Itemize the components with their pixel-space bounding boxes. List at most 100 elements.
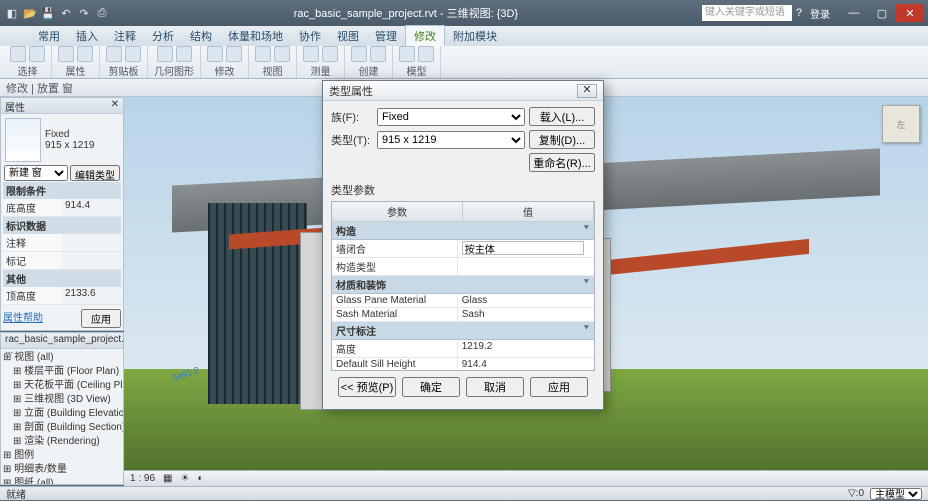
type-size: 915 x 1219 [45,140,95,151]
ribbon-icon[interactable] [322,46,338,62]
ribbon-icon[interactable] [176,46,192,62]
undo-icon[interactable]: ↶ [58,5,74,21]
param-section[interactable]: 材质和装饰⯆ [332,276,594,294]
visual-style-icon[interactable]: ▦ [163,473,172,484]
tree-item[interactable]: ⊞ 视图 (all) [3,351,121,365]
preview-button[interactable]: << 预览(P) [338,377,396,397]
redo-icon[interactable]: ↷ [76,5,92,21]
family-select[interactable]: Fixed [377,108,525,126]
tab-管理[interactable]: 管理 [367,26,405,46]
param-row[interactable]: 墙闭合 [332,240,594,258]
apply-button[interactable]: 应用 [81,309,121,328]
ribbon-icon[interactable] [125,46,141,62]
col-param: 参数 [332,202,463,221]
prop-row[interactable]: 底高度914.4 [3,199,121,217]
workset-select[interactable]: 主模型 [870,488,922,500]
tab-附加模块[interactable]: 附加模块 [445,26,505,46]
shadow-icon[interactable]: ◐ [197,473,203,484]
project-tree[interactable]: ⊞ 视图 (all)⊞ 楼层平面 (Floor Plan)⊞ 天花板平面 (Ce… [1,349,123,485]
tab-分析[interactable]: 分析 [144,26,182,46]
properties-header[interactable]: 属性✕ [1,98,123,114]
ok-button[interactable]: 确定 [402,377,460,397]
filter-icon[interactable]: ▽:0 [848,488,864,499]
tab-结构[interactable]: 结构 [182,26,220,46]
param-section[interactable]: 尺寸标注⯆ [332,322,594,340]
param-row[interactable]: 构造类型 [332,258,594,276]
tab-常用[interactable]: 常用 [30,26,68,46]
prop-row[interactable]: 标记 [3,252,121,270]
ribbon-icon[interactable] [303,46,319,62]
ribbon-icon[interactable] [106,46,122,62]
group-label: 测量 [311,63,331,78]
tree-item[interactable]: ⊞ 三维视图 (3D View) [3,393,121,407]
load-button[interactable]: 载入(L)... [529,107,595,126]
dialog-close-button[interactable]: ✕ [577,84,597,98]
ribbon-icon[interactable] [77,46,93,62]
ribbon-icon[interactable] [418,46,434,62]
title-bar: ◧ 📂 💾 ↶ ↷ ⎙ rac_basic_sample_project.rvt… [0,0,928,26]
ribbon-icon[interactable] [10,46,26,62]
ribbon-icon[interactable] [370,46,386,62]
login-link[interactable]: 登录 [810,6,830,21]
ribbon-icon[interactable] [351,46,367,62]
type-select[interactable]: 915 x 1219 [377,131,525,149]
type-label: 类型(T): [331,132,373,148]
tree-item[interactable]: ⊞ 剖面 (Building Section) [3,421,121,435]
param-section[interactable]: 构造⯆ [332,222,594,240]
tree-item[interactable]: ⊞ 天花板平面 (Ceiling Plan) [3,379,121,393]
rename-button[interactable]: 重命名(R)... [529,153,595,172]
tab-注释[interactable]: 注释 [106,26,144,46]
type-selector[interactable]: 新建 窗 [4,165,68,181]
ribbon-icon[interactable] [399,46,415,62]
tab-协作[interactable]: 协作 [291,26,329,46]
ribbon-group-视图: 视图 [249,46,297,78]
tree-item[interactable]: ⊞ 明细表/数量 [3,463,121,477]
tab-插入[interactable]: 插入 [68,26,106,46]
help-icon[interactable]: ? [796,7,802,19]
browser-header[interactable]: rac_basic_sample_project.rvt ...✕ [1,333,123,349]
cancel-button[interactable]: 取消 [466,377,524,397]
param-row[interactable]: Default Sill Height914.4 [332,358,594,371]
maximize-button[interactable]: ▢ [868,4,896,22]
properties-help-link[interactable]: 属性帮助 [3,309,43,328]
close-button[interactable]: ✕ [896,4,924,22]
sun-path-icon[interactable]: ☀ [180,473,189,484]
tab-修改[interactable]: 修改 [405,25,445,46]
prop-row[interactable]: 注释 [3,234,121,252]
quick-access-toolbar: ◧ 📂 💾 ↶ ↷ ⎙ [4,5,110,21]
tree-item[interactable]: ⊞ 图纸 (all) [3,477,121,485]
ribbon-icon[interactable] [207,46,223,62]
tab-体量和场地[interactable]: 体量和场地 [220,26,291,46]
param-input[interactable] [462,241,584,255]
prop-row[interactable]: 顶高度2133.6 [3,287,121,305]
search-input[interactable]: 键入关键字或短语 [702,5,792,21]
tree-item[interactable]: ⊞ 渲染 (Rendering) [3,435,121,449]
group-label: 视图 [263,63,283,78]
browser-title: rac_basic_sample_project.rvt ... [5,334,124,347]
app-icon[interactable]: ◧ [4,5,20,21]
ribbon-icon[interactable] [29,46,45,62]
ribbon-icon[interactable] [157,46,173,62]
scale-display[interactable]: 1 : 96 [130,473,155,484]
print-icon[interactable]: ⎙ [94,5,110,21]
param-row[interactable]: Sash MaterialSash [332,308,594,322]
minimize-button[interactable]: — [840,4,868,22]
ribbon-icon[interactable] [255,46,271,62]
param-row[interactable]: Glass Pane MaterialGlass [332,294,594,308]
view-cube[interactable]: 左 [882,105,920,143]
save-icon[interactable]: 💾 [40,5,56,21]
copy-button[interactable]: 复制(D)... [529,130,595,149]
ribbon-icon[interactable] [58,46,74,62]
tree-item[interactable]: ⊞ 图例 [3,449,121,463]
edit-type-button[interactable]: 编辑类型 [70,165,120,181]
close-icon[interactable]: ✕ [111,99,119,112]
param-row[interactable]: 高度1219.2 [332,340,594,358]
tab-视图[interactable]: 视图 [329,26,367,46]
tree-item[interactable]: ⊞ 立面 (Building Elevation) [3,407,121,421]
group-label: 修改 [215,63,235,78]
ribbon-icon[interactable] [226,46,242,62]
tree-item[interactable]: ⊞ 楼层平面 (Floor Plan) [3,365,121,379]
open-icon[interactable]: 📂 [22,5,38,21]
dialog-apply-button[interactable]: 应用 [530,377,588,397]
ribbon-icon[interactable] [274,46,290,62]
